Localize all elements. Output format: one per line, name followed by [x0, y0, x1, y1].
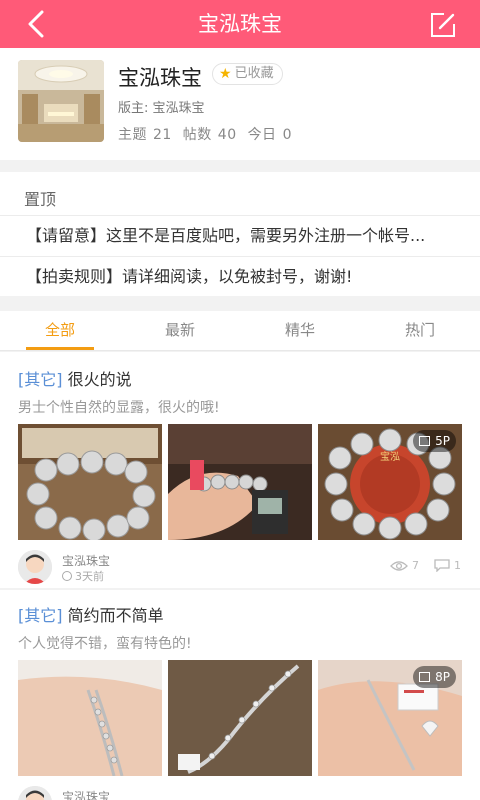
gallery-icon: [419, 672, 431, 682]
post-image[interactable]: 宝泓 5P: [318, 424, 462, 540]
posts-label: 帖数: [182, 127, 212, 143]
photo-count-badge: 8P: [413, 666, 456, 688]
post-card[interactable]: [其它] 简约而不简单 个人觉得不错，蛮有特色的! 8P 宝泓珠宝: [0, 590, 480, 800]
page-title: 宝泓珠宝: [198, 12, 282, 36]
post-image[interactable]: 8P: [318, 660, 462, 776]
comment-count-text: 1: [454, 559, 461, 572]
forum-thumbnail: [18, 60, 104, 142]
forum-stats: 主题 21 帖数 40 今日 0: [118, 124, 298, 144]
tab-all[interactable]: 全部: [0, 311, 120, 351]
moderator-name[interactable]: 宝泓珠宝: [153, 101, 205, 116]
posts-count: 40: [217, 127, 237, 143]
post-time: 3天前: [62, 568, 104, 584]
view-count-text: 7: [412, 559, 419, 572]
post-image[interactable]: [168, 660, 312, 776]
star-icon: ★: [219, 66, 232, 82]
post-title-text: 很火的说: [67, 370, 132, 389]
view-count: 7: [390, 559, 419, 572]
post-title[interactable]: [其它] 很火的说: [18, 366, 132, 390]
comment-count: 1: [434, 559, 461, 572]
pinned-section: 置顶 【请留意】这里不是百度贴吧，需要另外注册一个帐号... 【拍卖规则】请详细…: [0, 172, 480, 296]
topics-count: 21: [153, 127, 172, 143]
post-image[interactable]: [18, 660, 162, 776]
favorite-button[interactable]: ★ 已收藏: [212, 63, 283, 85]
forum-info-card: 宝泓珠宝 ★ 已收藏 版主: 宝泓珠宝 主题 21 帖数 40 今日 0: [0, 48, 480, 160]
post-title-text: 简约而不简单: [67, 606, 164, 625]
favorite-label: 已收藏: [234, 66, 274, 81]
avatar[interactable]: [18, 786, 52, 800]
moderator-label: 版主:: [118, 101, 149, 116]
forum-name: 宝泓珠宝: [118, 66, 202, 90]
post-description: 男士个性自然的显露，很火的哦!: [18, 400, 220, 416]
pinned-heading: 置顶: [24, 190, 57, 209]
photo-count-badge: 5P: [413, 430, 456, 452]
photo-count: 5P: [435, 434, 450, 448]
photo-count: 8P: [435, 670, 450, 684]
active-tab-indicator: [26, 347, 94, 350]
tab-bar: 全部 最新 精华 热门: [0, 311, 480, 351]
post-description: 个人觉得不错，蛮有特色的!: [18, 636, 192, 652]
post-image[interactable]: [18, 424, 162, 540]
clock-icon: [62, 571, 72, 581]
topics-label: 主题: [118, 127, 147, 143]
pinned-item[interactable]: 【请留意】这里不是百度贴吧，需要另外注册一个帐号...: [0, 215, 480, 255]
moderator-line: 版主: 宝泓珠宝: [118, 97, 205, 116]
post-image[interactable]: [168, 424, 312, 540]
pinned-item[interactable]: 【拍卖规则】请详细阅读，以免被封号，谢谢!: [0, 256, 480, 296]
top-bar: 宝泓珠宝: [0, 0, 480, 48]
gallery-icon: [419, 436, 431, 446]
post-author[interactable]: 宝泓珠宝: [62, 788, 110, 800]
eye-icon: [390, 560, 408, 571]
tab-featured[interactable]: 精华: [240, 311, 360, 351]
post-time-text: 3天前: [75, 570, 104, 583]
post-title[interactable]: [其它] 简约而不简单: [18, 602, 164, 626]
post-author[interactable]: 宝泓珠宝: [62, 552, 110, 569]
today-label: 今日: [247, 127, 277, 143]
post-category: [其它]: [18, 606, 63, 625]
post-category: [其它]: [18, 370, 63, 389]
edit-post-icon[interactable]: [430, 12, 456, 38]
comment-icon: [434, 559, 450, 572]
post-card[interactable]: [其它] 很火的说 男士个性自然的显露，很火的哦! 宝泓 5P 宝泓珠宝 3天前…: [0, 352, 480, 588]
today-count: 0: [282, 127, 292, 143]
tab-latest[interactable]: 最新: [120, 311, 240, 351]
svg-text:宝泓: 宝泓: [380, 450, 400, 463]
tab-hot[interactable]: 热门: [360, 311, 480, 351]
avatar[interactable]: [18, 550, 52, 584]
